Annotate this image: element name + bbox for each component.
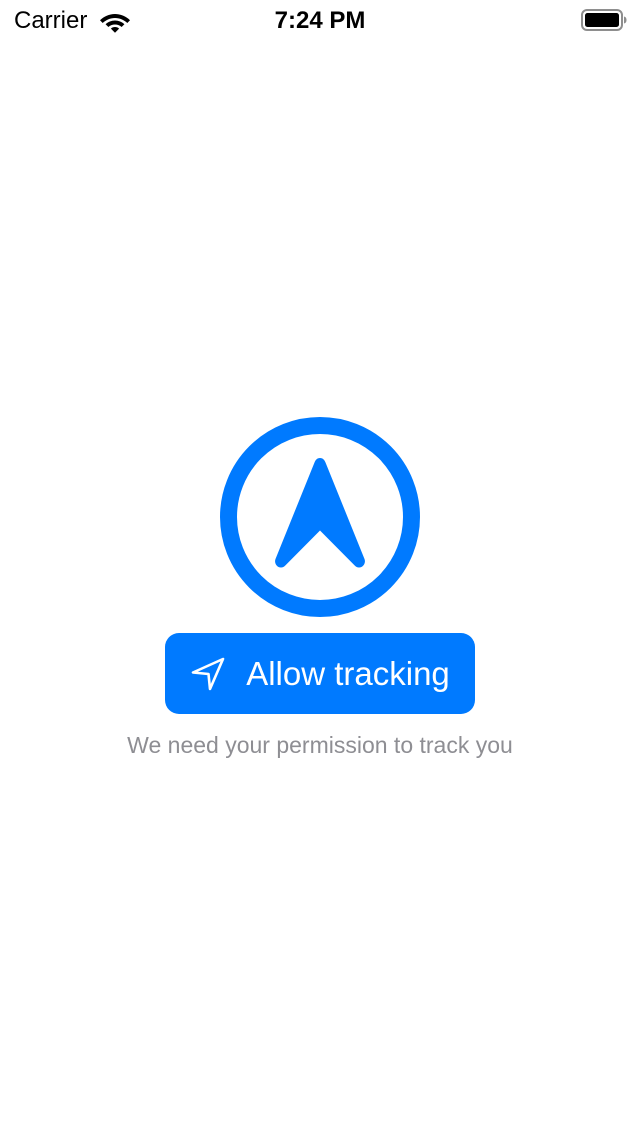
allow-tracking-label: Allow tracking [246,654,450,692]
location-arrow-circle-icon [220,417,420,617]
battery-full-icon [581,9,627,31]
tracking-permission-screen: Carrier 7:24 PM Allow tracking We need y… [0,0,640,1136]
allow-tracking-button[interactable]: Allow tracking [165,633,475,714]
clock-time: 7:24 PM [274,7,366,34]
location-arrow-outline-icon [190,656,226,692]
permission-subtitle: We need your permission to track you [127,732,513,758]
status-bar: Carrier 7:24 PM [0,0,640,40]
